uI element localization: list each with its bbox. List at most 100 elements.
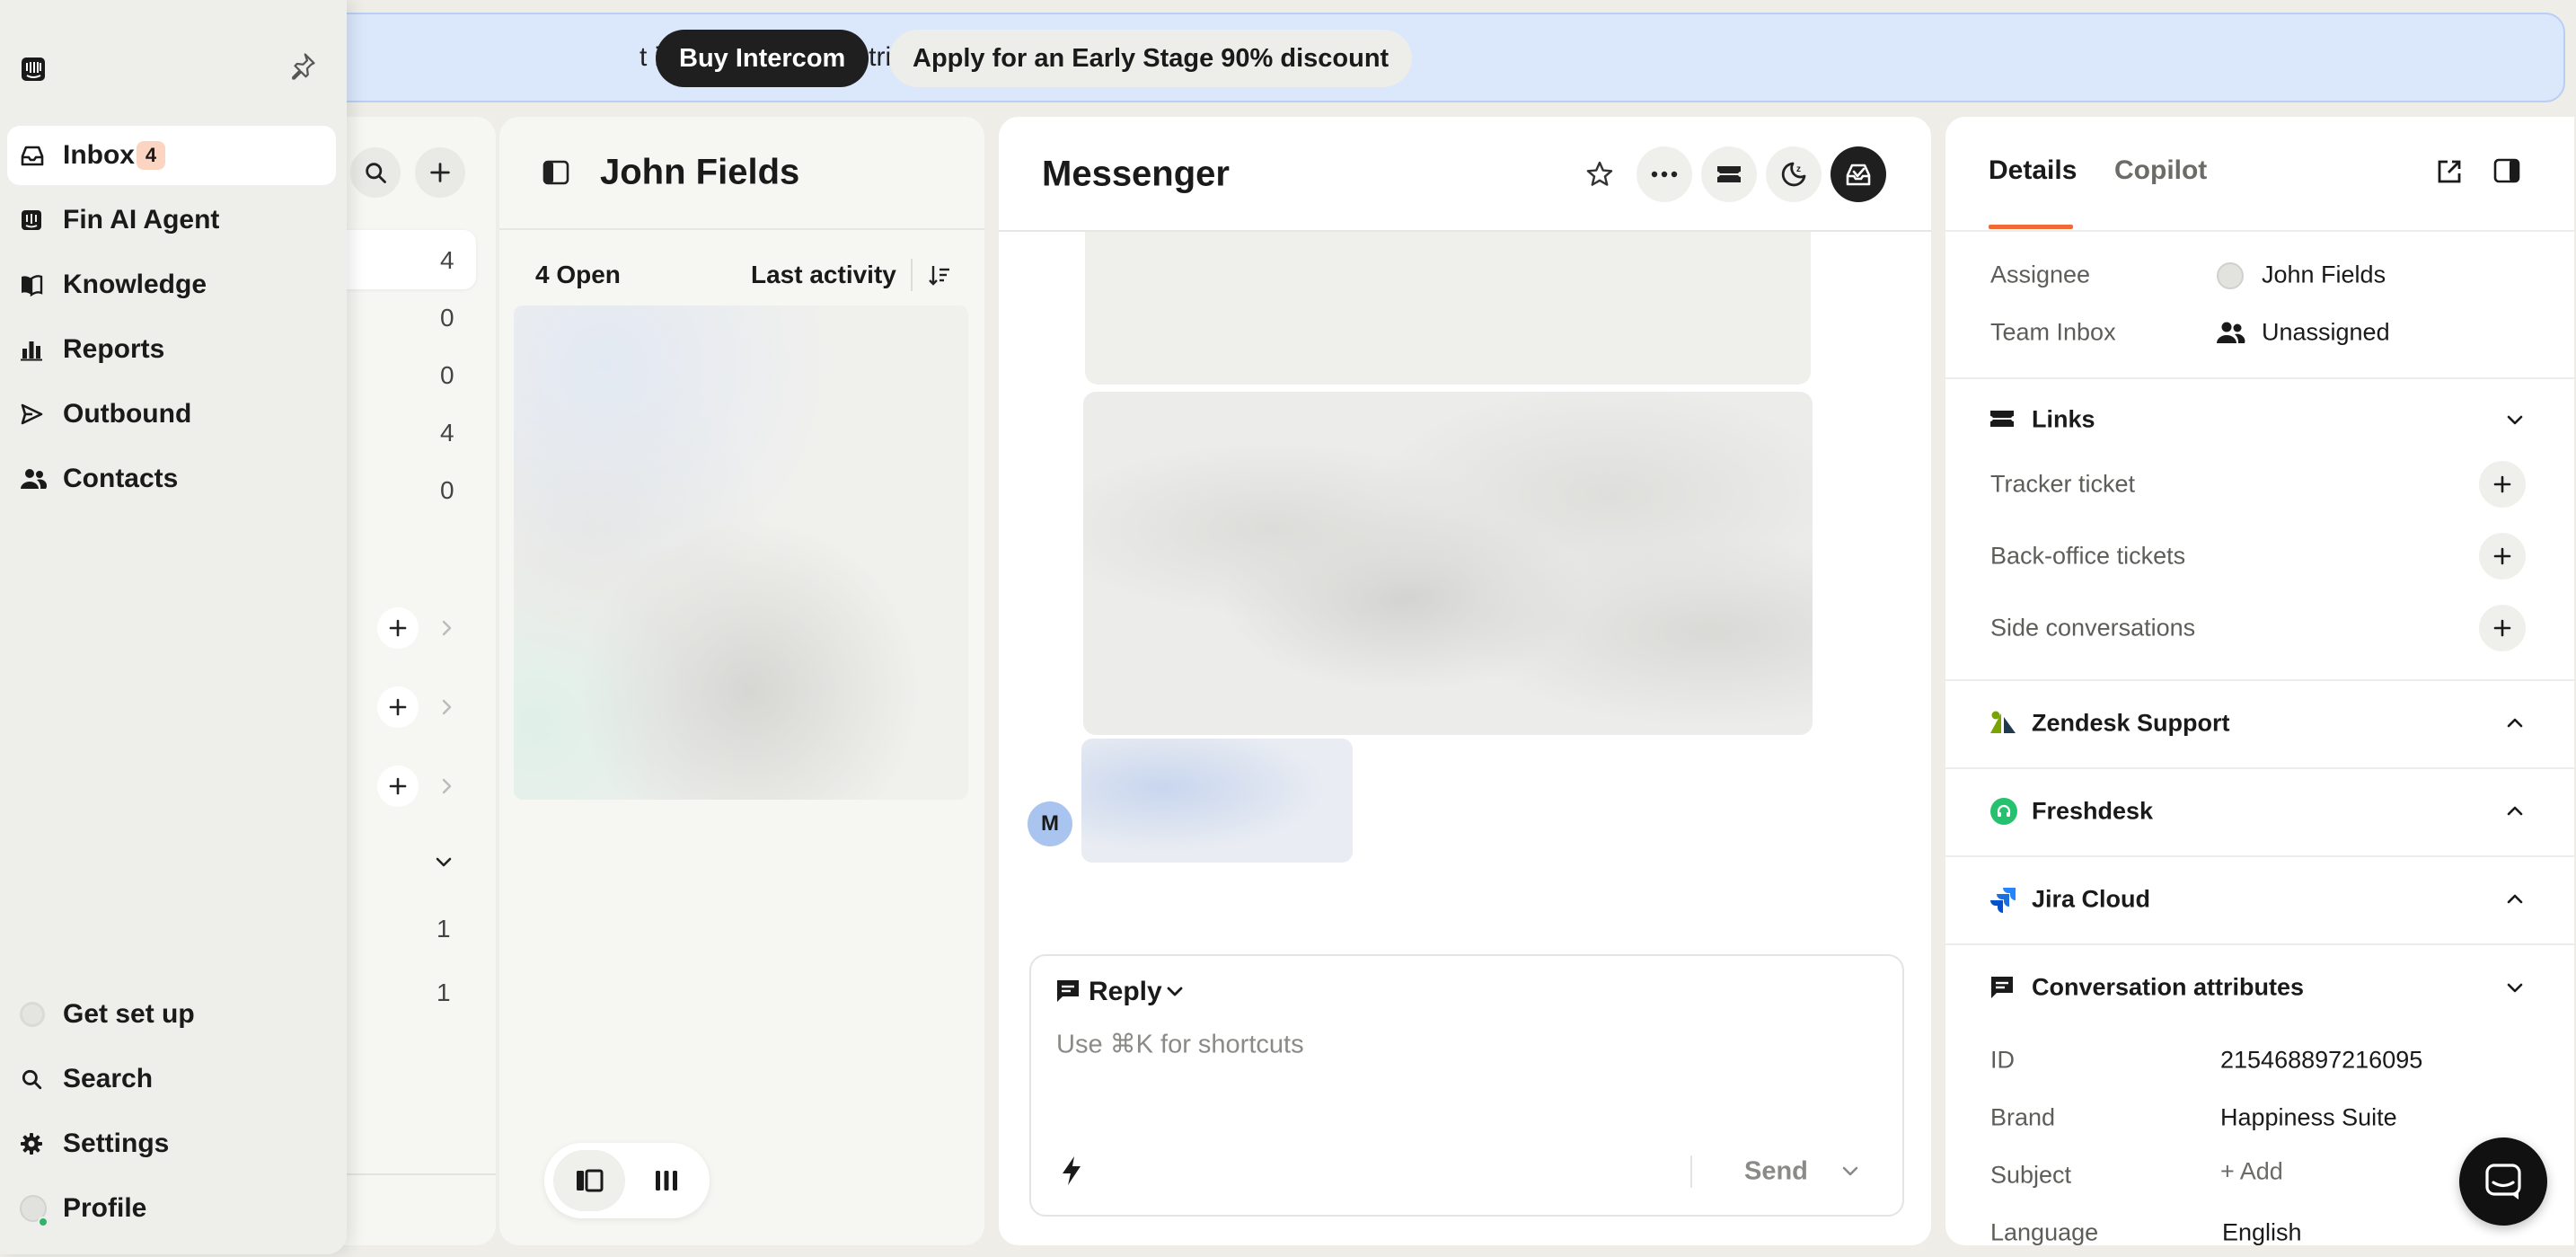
chevron-up-icon[interactable] [2504, 713, 2526, 731]
bar-chart-icon [21, 341, 42, 361]
tracker-ticket-label: Tracker ticket [1990, 470, 2136, 498]
assignee-label: Assignee [1990, 261, 2091, 288]
chevron-right-icon[interactable] [438, 776, 456, 796]
fin-ai-icon [22, 210, 41, 230]
chevron-down-icon[interactable] [2504, 412, 2526, 429]
zendesk-logo-icon [1990, 711, 2016, 733]
nav-item-profile[interactable]: Profile [7, 1179, 336, 1238]
left-navigation: Inbox 4 Fin AI Agent Knowledge Reports O… [0, 0, 347, 1254]
nav-item-settings[interactable]: Settings [7, 1114, 336, 1173]
links-section-title[interactable]: Links [2032, 406, 2095, 434]
sort-order-icon[interactable] [927, 262, 952, 288]
chevron-down-icon[interactable] [433, 854, 454, 872]
nav-item-knowledge[interactable]: Knowledge [7, 255, 336, 314]
plus-icon [2493, 547, 2511, 565]
messenger-launcher-button[interactable] [2459, 1137, 2547, 1226]
chevron-up-icon[interactable] [2504, 890, 2526, 907]
chevron-right-icon[interactable] [438, 697, 456, 717]
convert-to-ticket-button[interactable] [1701, 146, 1757, 202]
nav-label: Reports [63, 334, 165, 364]
nav-item-get-set-up[interactable]: Get set up [7, 985, 336, 1044]
attribute-label: Subject [1990, 1161, 2072, 1189]
more-options-button[interactable] [1636, 146, 1692, 202]
buy-intercom-button[interactable]: Buy Intercom [656, 30, 869, 87]
divider [1690, 1155, 1692, 1188]
nav-label: Settings [63, 1129, 170, 1158]
pin-icon[interactable] [286, 50, 318, 83]
details-panel: Details Copilot Assignee John Fields Tea… [1945, 117, 2574, 1247]
early-stage-discount-button[interactable]: Apply for an Early Stage 90% discount [889, 30, 1413, 87]
team-inbox-label: Team Inbox [1990, 318, 2116, 346]
intercom-logo-icon[interactable] [20, 56, 47, 83]
sort-dropdown[interactable]: Last activity [751, 261, 896, 289]
open-count-filter[interactable]: 4 Open [535, 261, 621, 289]
snooze-button[interactable]: z [1766, 146, 1822, 202]
send-button[interactable]: Send [1744, 1157, 1808, 1187]
nav-item-inbox[interactable]: Inbox 4 [7, 126, 336, 185]
nav-label: Search [63, 1064, 154, 1093]
jira-section-title[interactable]: Jira Cloud [2032, 886, 2150, 914]
progress-ring-icon [20, 1002, 45, 1027]
assignee-value[interactable]: John Fields [2262, 261, 2386, 289]
assignee-avatar [2217, 262, 2244, 289]
nav-item-outbound[interactable]: Outbound [7, 385, 336, 444]
add-side-conversation-button[interactable] [2479, 605, 2526, 651]
messenger-title: Messenger [1042, 154, 1230, 194]
plus-icon [430, 163, 450, 182]
nav-item-search[interactable]: Search [7, 1049, 336, 1109]
chevron-down-icon[interactable] [2504, 979, 2526, 997]
chevron-up-icon[interactable] [2504, 801, 2526, 819]
star-icon[interactable] [1584, 159, 1615, 190]
open-external-icon[interactable] [2436, 158, 2463, 185]
conversation-attributes-title[interactable]: Conversation attributes [2032, 974, 2304, 1002]
nav-label: Contacts [63, 464, 179, 493]
inbox-count: 1 [437, 915, 451, 943]
conversation-list-panel: John Fields 4 Open Last activity [499, 117, 984, 1245]
inbox-icon [21, 146, 44, 166]
language-value[interactable]: English [2222, 1219, 2302, 1247]
chevron-right-icon[interactable] [438, 618, 456, 638]
add-tracker-ticket-button[interactable] [2479, 461, 2526, 508]
ticket-icon [1990, 411, 2014, 427]
divider [1945, 377, 2574, 379]
add-subject-button[interactable]: + Add [2220, 1158, 2283, 1186]
lightning-icon[interactable] [1060, 1155, 1083, 1186]
chevron-down-icon[interactable] [1839, 1163, 1861, 1181]
plus-icon [2493, 619, 2511, 637]
tab-copilot[interactable]: Copilot [2114, 155, 2207, 186]
conversation-id-value: 215468897216095 [2220, 1046, 2423, 1074]
divider [911, 259, 913, 291]
attribute-label: Language [1990, 1218, 2099, 1246]
tab-details[interactable]: Details [1989, 155, 2077, 186]
close-conversation-button[interactable] [1831, 146, 1886, 202]
add-back-office-ticket-button[interactable] [2479, 533, 2526, 580]
plus-icon [2493, 475, 2511, 493]
nav-item-fin-ai-agent[interactable]: Fin AI Agent [7, 190, 336, 250]
blurred-conversation-preview[interactable] [514, 305, 968, 800]
reply-mode-dropdown[interactable]: Reply [1089, 977, 1162, 1007]
inbox-count: 0 [440, 304, 454, 332]
gear-icon [21, 1133, 42, 1155]
sidebar-toggle-icon[interactable] [543, 160, 569, 185]
nav-item-reports[interactable]: Reports [7, 320, 336, 379]
inbox-close-icon [1846, 164, 1871, 186]
zendesk-section-title[interactable]: Zendesk Support [2032, 710, 2230, 738]
freshdesk-section-title[interactable]: Freshdesk [2032, 798, 2153, 826]
nav-item-contacts[interactable]: Contacts [7, 449, 336, 509]
inbox-count: 4 [440, 246, 454, 274]
freshdesk-logo-icon [1990, 798, 2017, 825]
brand-value[interactable]: Happiness Suite [2220, 1104, 2397, 1132]
reply-input[interactable]: Use ⌘K for shortcuts [1056, 1029, 1304, 1060]
new-inbox-button[interactable] [415, 147, 465, 198]
nav-label: Profile [63, 1193, 147, 1223]
divider [1945, 855, 2574, 857]
inbox-search-button[interactable] [350, 147, 401, 198]
team-inbox-value[interactable]: Unassigned [2262, 319, 2390, 347]
chevron-down-icon[interactable] [1164, 983, 1186, 1001]
add-folder-button[interactable] [377, 686, 419, 728]
panel-toggle-icon[interactable] [2493, 158, 2520, 183]
multi-column-layout-button[interactable] [631, 1150, 702, 1211]
add-folder-button[interactable] [377, 766, 419, 807]
add-folder-button[interactable] [377, 607, 419, 649]
single-column-layout-button[interactable] [553, 1150, 625, 1211]
